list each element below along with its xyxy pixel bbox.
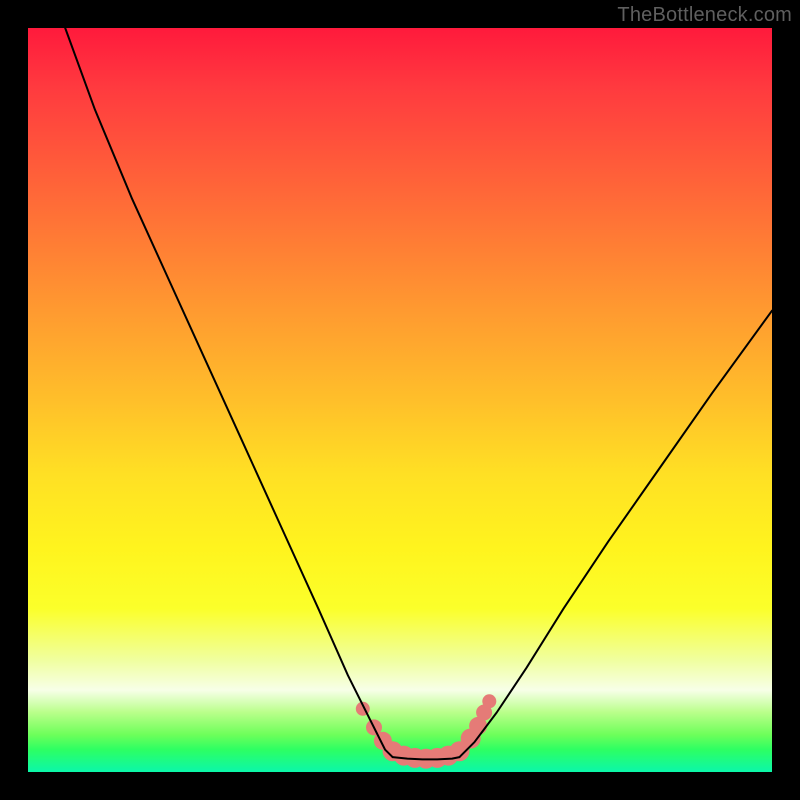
plot-area xyxy=(28,28,772,772)
chart-frame: TheBottleneck.com xyxy=(0,0,800,800)
chart-svg xyxy=(28,28,772,772)
curve-right-branch xyxy=(460,311,773,757)
attribution-text: TheBottleneck.com xyxy=(617,4,792,27)
curve-left-branch xyxy=(65,28,392,757)
data-marker xyxy=(482,694,496,708)
